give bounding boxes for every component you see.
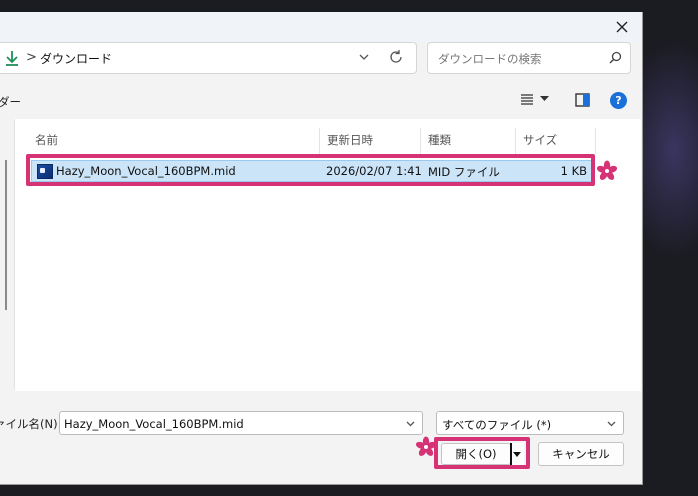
refresh-icon[interactable] [388,49,404,65]
filename-value[interactable]: Hazy_Moon_Vocal_160BPM.mid [64,417,244,431]
breadcrumb-separator: > [26,50,37,65]
download-arrow-icon [6,51,18,66]
column-label: 名前 [35,133,58,147]
sakura-icon [415,436,437,456]
chevron-down-icon[interactable] [358,51,370,63]
filetype-value: すべてのファイル (*) [442,418,552,432]
search-icon[interactable] [609,51,622,64]
close-icon [616,21,628,33]
search-input[interactable]: ダウンロードの検索 [438,51,542,67]
chevron-down-icon [513,452,521,457]
breadcrumb-downloads[interactable]: ダウンロード [40,50,112,67]
nav-pane-scrollbar[interactable] [5,160,7,310]
open-file-dialog: > ダウンロード ダウンロードの検索 ダー ? 名前 更新日時 種類 サイズ H… [0,12,643,485]
navigation-pane[interactable] [0,120,15,390]
filetype-select[interactable]: すべてのファイル (*) [436,411,624,435]
filename-field[interactable]: Hazy_Moon_Vocal_160BPM.mid [59,411,423,435]
column-header-modified[interactable]: 更新日時 [319,128,420,152]
toolbar-new-folder[interactable]: ダー [0,94,21,110]
chevron-down-icon [540,96,549,101]
search-box[interactable]: ダウンロードの検索 [427,42,631,74]
sakura-icon [596,160,618,180]
open-button-label: 開く(O) [455,447,497,461]
column-header-type[interactable]: 種類 [420,128,515,152]
column-label: 更新日時 [327,133,373,147]
column-label: 種類 [428,133,451,147]
open-dropdown-button[interactable] [510,443,524,465]
view-list-icon [521,94,533,105]
close-button[interactable] [608,14,636,40]
view-options-button[interactable] [520,93,549,105]
column-label: サイズ [523,133,558,147]
help-icon[interactable]: ? [610,92,627,109]
column-header-name[interactable]: 名前 [27,128,319,152]
chevron-down-icon[interactable] [405,418,416,429]
column-divider[interactable] [595,128,596,154]
cancel-button[interactable]: キャンセル [538,442,624,466]
title-bar [0,12,642,42]
address-bar[interactable]: > ダウンロード [0,42,417,74]
preview-pane-icon[interactable] [575,93,590,107]
filename-label: ァイル名(N): [0,417,62,431]
column-header-size[interactable]: サイズ [515,128,595,152]
open-button[interactable]: 開く(O) [441,443,511,465]
chevron-down-icon [607,421,616,427]
selection-highlight-annotation [26,154,595,186]
cancel-button-label: キャンセル [552,447,610,461]
